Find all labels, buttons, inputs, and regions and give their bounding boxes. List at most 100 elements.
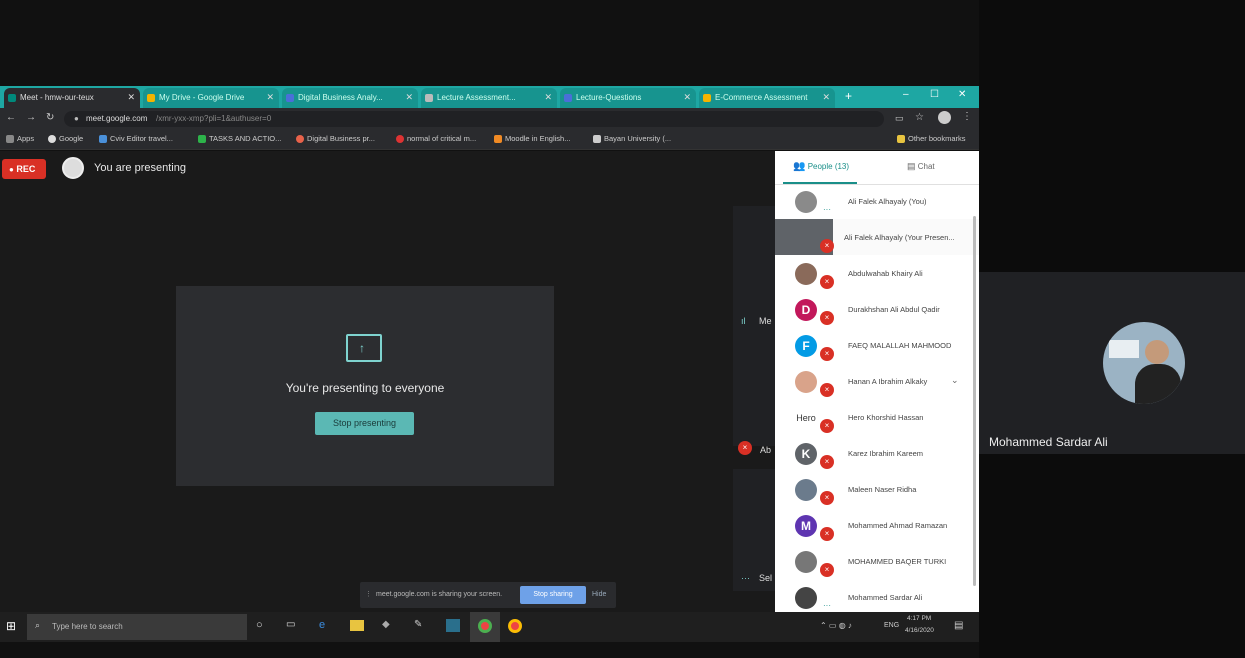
- minimize-button[interactable]: –: [903, 89, 909, 100]
- participant-row[interactable]: × Abdulwahab Khairy Ali: [775, 255, 979, 291]
- google-icon: [48, 135, 56, 143]
- maximize-button[interactable]: ☐: [930, 89, 939, 100]
- people-icon: 👥: [793, 161, 806, 172]
- tab-chat[interactable]: ▤ Chat: [907, 161, 935, 172]
- participant-row[interactable]: ··· Ali Falek Alhayaly (You): [775, 183, 979, 219]
- audio-icon: ···: [823, 205, 831, 214]
- scrollbar[interactable]: [973, 216, 976, 586]
- tab-drive[interactable]: My Drive - Google Drive ✕: [143, 88, 279, 108]
- tab-5[interactable]: Lecture-Questions ✕: [560, 88, 696, 108]
- bookmark-icon: [296, 135, 304, 143]
- chrome-icon[interactable]: [508, 619, 522, 633]
- browser-tab-bar: Meet - hmw-our-teux ✕ My Drive - Google …: [0, 86, 979, 108]
- participant-row[interactable]: ··· Mohammed Sardar Ali: [775, 579, 979, 615]
- profile-icon[interactable]: [938, 111, 951, 124]
- bookmark-4[interactable]: TASKS AND ACTIO...: [198, 134, 281, 143]
- task-view-icon[interactable]: ▭: [286, 619, 295, 630]
- mic-off-icon: ×: [820, 275, 834, 289]
- chevron-down-icon[interactable]: ⌄: [951, 375, 959, 386]
- present-screen-icon: ↑: [346, 334, 382, 362]
- avatar: [795, 551, 817, 573]
- participant-name: Abdulwahab Khairy Ali: [848, 269, 923, 278]
- doc-icon: [286, 94, 294, 102]
- participant-row[interactable]: M × Mohammed Ahmad Ramazan: [775, 507, 979, 543]
- app-icon[interactable]: [446, 619, 460, 632]
- avatar: D: [795, 299, 817, 321]
- close-icon[interactable]: ✕: [405, 92, 413, 103]
- participant-row[interactable]: K × Karez Ibrahim Kareem: [775, 435, 979, 471]
- chrome-taskbar-active[interactable]: [470, 612, 500, 642]
- tab-3[interactable]: Digital Business Analy... ✕: [282, 88, 418, 108]
- reload-icon[interactable]: ↻: [46, 112, 54, 123]
- stop-presenting-button[interactable]: Stop presenting: [315, 412, 414, 435]
- tab-people[interactable]: 👥 People (13): [793, 161, 849, 172]
- participant-name: FAEQ MALALLAH MAHMOOD: [848, 341, 952, 350]
- forward-icon[interactable]: →: [26, 112, 36, 123]
- star-icon[interactable]: ☆: [915, 112, 924, 123]
- participant-tile-partial-2: ··· Sel: [733, 469, 775, 591]
- tab-meet[interactable]: Meet - hmw-our-teux ✕: [4, 88, 140, 108]
- mic-off-icon: ×: [820, 239, 834, 253]
- bookmark-5[interactable]: Digital Business pr...: [296, 134, 375, 143]
- cast-icon[interactable]: ▭: [895, 113, 904, 124]
- windows-taskbar: ⊞ ⌕ Type here to search ○ ▭ e ◆ ✎ ⌃ ▭ ◍ …: [0, 612, 979, 642]
- mic-off-icon: ×: [820, 383, 834, 397]
- edge-icon[interactable]: e: [319, 619, 325, 631]
- tray-icons[interactable]: ⌃ ▭ ◍ ♪: [820, 621, 852, 630]
- participant-row[interactable]: Hero × Hero Khorshid Hassan: [775, 399, 979, 435]
- bookmark-icon: [198, 135, 206, 143]
- close-icon[interactable]: ✕: [266, 92, 274, 103]
- bookmark-8[interactable]: Bayan University (...: [593, 134, 671, 143]
- app-icon[interactable]: ◆: [382, 619, 390, 630]
- mic-off-icon: ×: [820, 311, 834, 325]
- avatar: [795, 587, 817, 609]
- close-icon[interactable]: ✕: [822, 92, 830, 103]
- notification-icon[interactable]: ▤: [954, 620, 963, 631]
- participant-row[interactable]: × Hanan A Ibrahim Alkaky ⌄: [775, 363, 979, 399]
- bookmark-7[interactable]: Moodle in English...: [494, 134, 570, 143]
- windows-start-icon[interactable]: ⊞: [6, 619, 16, 633]
- tab-4[interactable]: Lecture Assessment... ✕: [421, 88, 557, 108]
- people-panel: 👥 People (13) ▤ Chat ··· Ali Falek Alhaya…: [775, 151, 979, 613]
- search-icon: ⌕: [35, 620, 41, 630]
- stop-sharing-button[interactable]: Stop sharing: [520, 586, 586, 604]
- bookmark-google[interactable]: Google: [48, 134, 83, 143]
- bookmark-6[interactable]: normal of critical m...: [396, 134, 476, 143]
- avatar: [795, 479, 817, 501]
- close-icon[interactable]: ✕: [683, 92, 691, 103]
- presenting-message: You're presenting to everyone: [285, 381, 445, 395]
- cortana-icon[interactable]: ○: [256, 619, 263, 631]
- more-icon[interactable]: ⋮: [962, 111, 972, 122]
- participant-row[interactable]: F × FAEQ MALALLAH MAHMOOD: [775, 327, 979, 363]
- url-field[interactable]: ● meet.google.com /xmr-yxx-xmp?pli=1&aut…: [64, 111, 884, 127]
- mic-off-icon: ×: [820, 347, 834, 361]
- close-icon[interactable]: ✕: [544, 92, 552, 103]
- back-icon[interactable]: ←: [6, 112, 16, 123]
- bookmark-other[interactable]: Other bookmarks: [897, 134, 966, 143]
- close-window-button[interactable]: ✕: [958, 89, 966, 100]
- participant-tile: Mohammed Sardar Ali: [979, 272, 1245, 454]
- file-explorer-icon[interactable]: [350, 620, 364, 631]
- participant-list: ··· Ali Falek Alhayaly (You) × Ali Falek Al…: [775, 183, 979, 613]
- close-icon[interactable]: ✕: [127, 92, 135, 103]
- new-tab-button[interactable]: +: [845, 89, 852, 103]
- avatar: [62, 157, 84, 179]
- rec-badge: ● REC: [2, 159, 46, 179]
- participant-row[interactable]: D × Durakhshan Ali Abdul Qadir: [775, 291, 979, 327]
- bookmarks-bar: Apps Google Cviv Editor travel... TASKS …: [0, 130, 979, 150]
- record-dot-icon: ●: [9, 165, 14, 174]
- bookmark-3[interactable]: Cviv Editor travel...: [99, 134, 173, 143]
- hide-button[interactable]: Hide: [592, 591, 606, 598]
- participant-name: Maleen Naser Ridha: [848, 485, 917, 494]
- participant-row[interactable]: × MOHAMMED BAQER TURKI: [775, 543, 979, 579]
- drag-handle-icon[interactable]: ⋮: [365, 590, 372, 598]
- app-icon[interactable]: ✎: [414, 619, 422, 630]
- audio-icon: ıl: [741, 316, 746, 326]
- presenting-card: ↑ You're presenting to everyone Stop pre…: [176, 286, 554, 486]
- bookmark-apps[interactable]: Apps: [6, 134, 34, 143]
- drive-icon: [147, 94, 155, 102]
- participant-row[interactable]: × Maleen Naser Ridha: [775, 471, 979, 507]
- taskbar-search[interactable]: ⌕ Type here to search: [27, 614, 247, 640]
- participant-row[interactable]: × Ali Falek Alhayaly (Your Presen...: [775, 219, 979, 255]
- tab-6[interactable]: E-Commerce Assessment ✕: [699, 88, 835, 108]
